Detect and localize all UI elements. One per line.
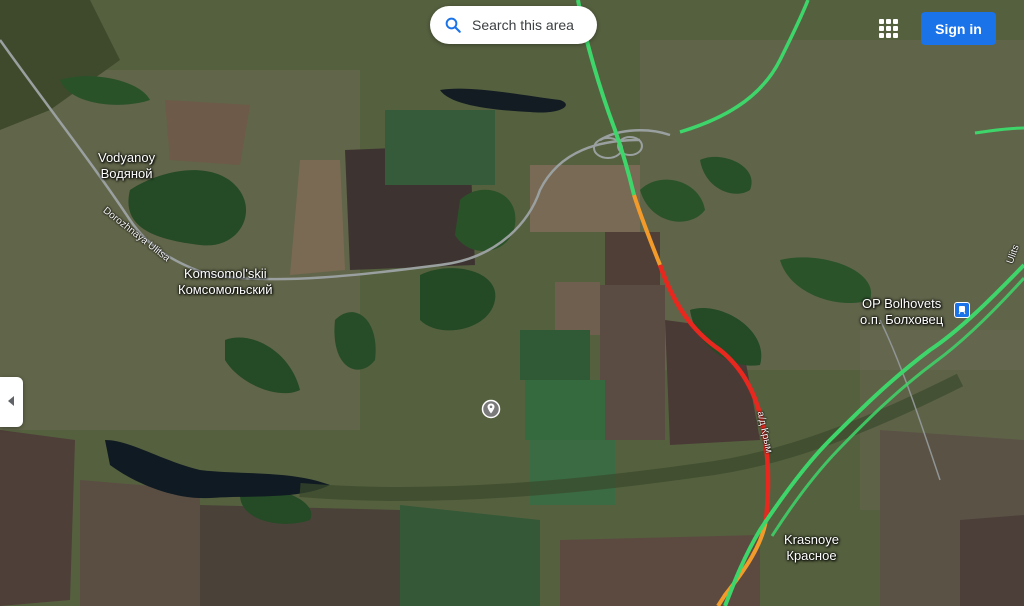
location-pin-icon[interactable]	[481, 399, 501, 419]
place-vodyanoy-cyrillic: Водяной	[100, 166, 153, 181]
place-vodyanoy-latin: Vodyanoy	[98, 150, 156, 165]
search-this-area-button[interactable]: Search this area	[430, 6, 597, 44]
place-op-bolhovets[interactable]: OP Bolhovets о.п. Болховец	[860, 296, 943, 328]
map-canvas[interactable]: Search this area Sign in Vodyanoy Водяно…	[0, 0, 1024, 606]
place-komsomolskii-latin: Komsomol'skii	[183, 266, 267, 281]
search-icon	[444, 16, 462, 34]
place-vodyanoy[interactable]: Vodyanoy Водяной	[98, 150, 155, 182]
place-krasnoye-latin: Krasnoye	[784, 532, 839, 547]
place-krasnoye-cyrillic: Красное	[786, 548, 837, 563]
train-station-icon[interactable]	[954, 302, 970, 318]
place-komsomolskii[interactable]: Komsomol'skii Комсомольский	[178, 266, 273, 298]
side-panel-toggle[interactable]	[0, 377, 23, 427]
apps-grid-icon[interactable]	[876, 16, 900, 40]
search-this-area-label: Search this area	[472, 17, 574, 33]
place-komsomolskii-cyrillic: Комсомольский	[178, 282, 273, 297]
place-op-bolhovets-latin: OP Bolhovets	[861, 296, 942, 311]
sign-in-button[interactable]: Sign in	[921, 12, 996, 45]
place-op-bolhovets-cyrillic: о.п. Болховец	[860, 312, 944, 327]
place-krasnoye[interactable]: Krasnoye Красное	[784, 532, 839, 564]
chevron-left-icon	[7, 393, 16, 411]
